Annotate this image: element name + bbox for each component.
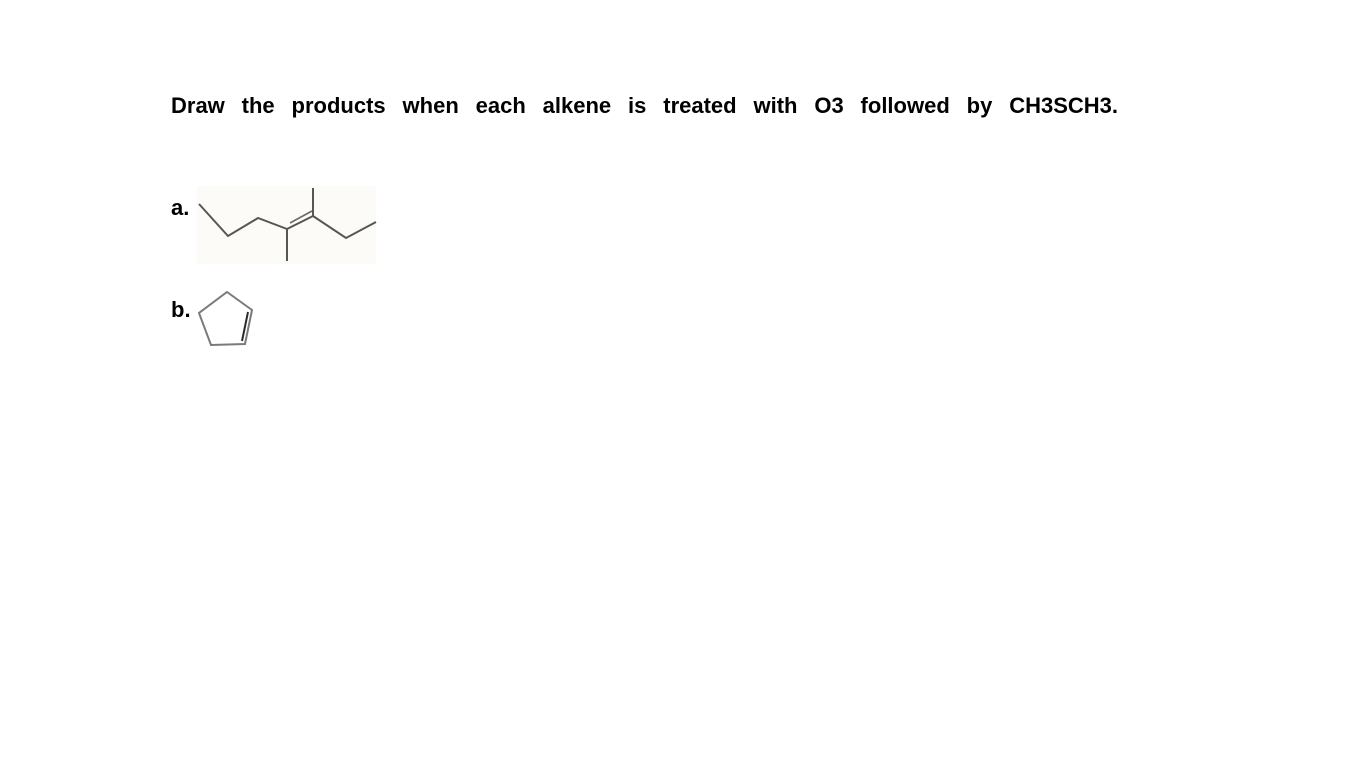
document-page: Draw the products when each alkene is tr… xyxy=(0,0,1366,768)
question-prompt-text: Draw the products when each alkene is tr… xyxy=(171,93,1118,118)
structure-a-skeletal-diagram xyxy=(198,188,377,261)
structure-b-skeletal-diagram xyxy=(197,290,254,347)
item-label-a: a. xyxy=(171,195,190,220)
ring-pentagon xyxy=(197,290,254,347)
item-label-b: b. xyxy=(171,297,191,322)
bond-chain-left xyxy=(198,203,288,238)
question-block: Draw the products when each alkene is tr… xyxy=(171,86,1118,166)
bond-chain-right xyxy=(312,215,377,240)
